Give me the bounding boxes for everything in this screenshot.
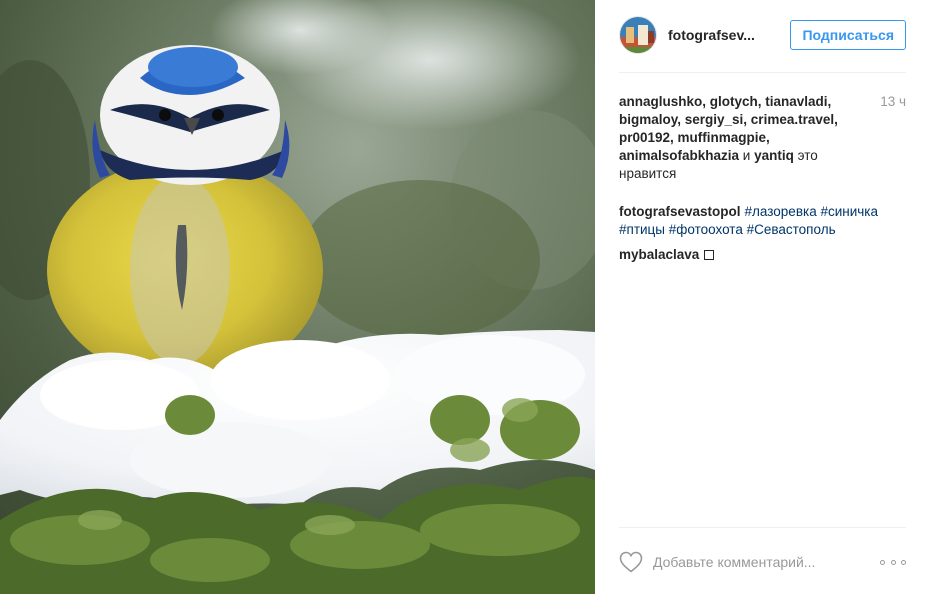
post-details-panel: fotografsev... Подписаться annaglushko, … bbox=[595, 0, 929, 594]
liked-by-user[interactable]: yantiq bbox=[754, 148, 794, 163]
more-options-icon[interactable] bbox=[880, 552, 906, 572]
heart-icon-svg bbox=[619, 551, 643, 573]
comment-input[interactable] bbox=[653, 550, 874, 574]
likes-text: annaglushko, glotych, tianavladi, bigmal… bbox=[619, 93, 849, 183]
hashtag-link[interactable]: #лазоревка bbox=[745, 204, 817, 219]
unrenderable-glyph-icon bbox=[704, 250, 715, 260]
liked-by-users[interactable]: annaglushko, glotych, tianavladi, bbox=[619, 94, 831, 109]
post-timestamp[interactable]: 13 ч bbox=[880, 93, 906, 183]
likes-conjunction: и bbox=[739, 148, 755, 163]
username-link[interactable]: fotografsev... bbox=[668, 27, 755, 43]
post-caption: fotografsevastopol #лазоревка #синичка #п… bbox=[619, 203, 906, 239]
divider bbox=[619, 72, 906, 73]
dot bbox=[880, 559, 885, 565]
heart-icon[interactable] bbox=[619, 550, 643, 574]
dot bbox=[890, 559, 896, 565]
comment-author[interactable]: mybalaclava bbox=[619, 246, 699, 264]
comment-item: mybalaclava bbox=[619, 246, 906, 264]
liked-by-users[interactable]: pr00192, muffinmagpie, bbox=[619, 130, 770, 145]
hashtag-link[interactable]: #Севастополь bbox=[747, 222, 836, 237]
liked-by-users[interactable]: animalsofabkhazia bbox=[619, 148, 739, 163]
caption-author[interactable]: fotografsevastopol bbox=[619, 204, 741, 219]
post-actions bbox=[619, 546, 906, 578]
hashtag-link[interactable]: #птицы bbox=[619, 222, 665, 237]
liked-by-users[interactable]: bigmaloy, sergiy_si, crimea.travel, bbox=[619, 112, 838, 127]
divider bbox=[619, 527, 906, 528]
dot bbox=[901, 559, 906, 565]
post-header: fotografsev... Подписаться bbox=[619, 14, 906, 56]
follow-button[interactable]: Подписаться bbox=[790, 20, 906, 50]
post-photo[interactable] bbox=[0, 0, 595, 594]
hashtag-link[interactable]: #фотоохота bbox=[669, 222, 743, 237]
avatar-image bbox=[620, 17, 656, 53]
likes-section: annaglushko, glotych, tianavladi, bigmal… bbox=[619, 93, 906, 183]
blue-tit-photo bbox=[0, 0, 595, 594]
hashtag-link[interactable]: #синичка bbox=[820, 204, 878, 219]
avatar[interactable] bbox=[619, 16, 657, 54]
